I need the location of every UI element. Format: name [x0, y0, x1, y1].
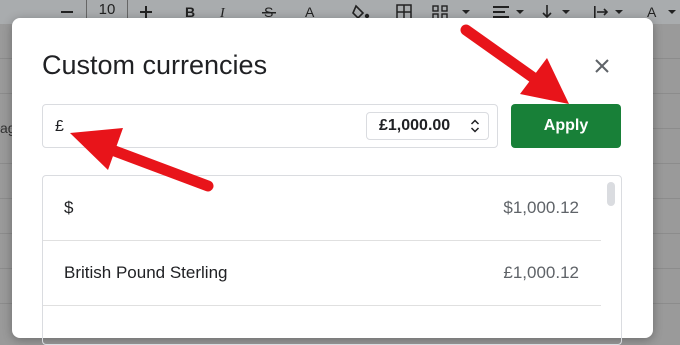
currency-example: £1,000.12 [503, 263, 579, 282]
plus-icon [140, 6, 152, 18]
close-button[interactable] [590, 54, 614, 78]
currency-list: $ $1,000.12 British Pound Sterling £1,00… [42, 175, 622, 345]
list-scrollbar[interactable] [607, 182, 615, 206]
up-down-chevron-icon [470, 119, 480, 133]
list-item[interactable]: British Pound Sterling £1,000.12 [43, 241, 601, 306]
currency-search-input[interactable] [53, 115, 347, 139]
currency-name: British Pound Sterling [64, 263, 228, 282]
minus-icon [61, 11, 73, 13]
svg-text:A: A [305, 5, 315, 19]
currency-example: $1,000.12 [503, 198, 579, 217]
currency-format-value: £1,000.00 [379, 117, 451, 134]
list-item[interactable]: $ $1,000.12 [43, 176, 601, 241]
currency-name: $ [64, 198, 74, 217]
custom-currencies-dialog: Custom currencies £1,000.00 Apply $ $1,0… [12, 18, 653, 345]
svg-text:B: B [185, 5, 195, 19]
apply-button[interactable]: Apply [511, 104, 621, 148]
close-icon [595, 59, 609, 73]
currency-format-select[interactable]: £1,000.00 [366, 112, 489, 140]
dialog-title: Custom currencies [42, 50, 268, 80]
currency-search-box: £1,000.00 [42, 104, 498, 148]
